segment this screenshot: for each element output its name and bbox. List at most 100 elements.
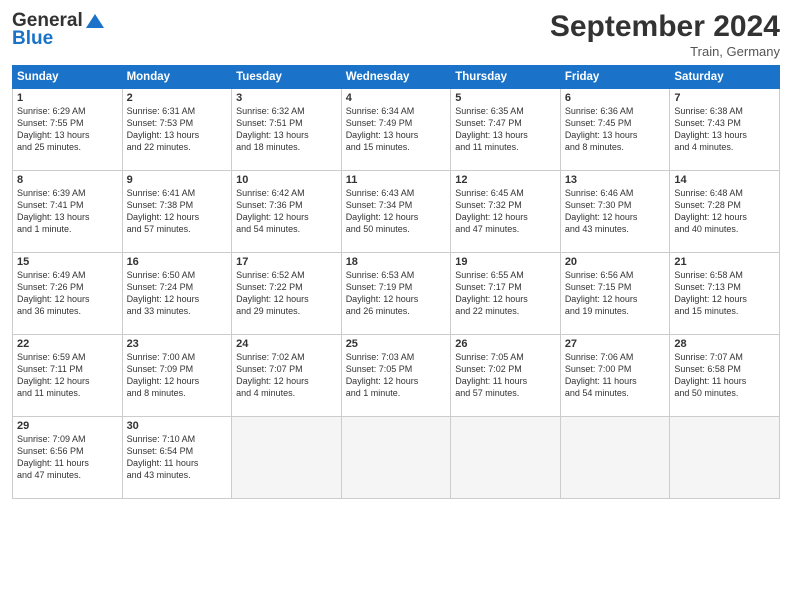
day-info: Sunrise: 6:52 AM Sunset: 7:22 PM Dayligh…: [236, 269, 337, 318]
day-number: 2: [127, 92, 228, 104]
table-cell: 7Sunrise: 6:38 AM Sunset: 7:43 PM Daylig…: [670, 89, 780, 171]
day-number: 29: [17, 420, 118, 432]
table-cell: 1Sunrise: 6:29 AM Sunset: 7:55 PM Daylig…: [13, 89, 123, 171]
table-cell: 19Sunrise: 6:55 AM Sunset: 7:17 PM Dayli…: [451, 253, 561, 335]
table-cell: 29Sunrise: 7:09 AM Sunset: 6:56 PM Dayli…: [13, 417, 123, 499]
day-number: 16: [127, 256, 228, 268]
day-number: 1: [17, 92, 118, 104]
day-number: 4: [346, 92, 447, 104]
table-cell: 15Sunrise: 6:49 AM Sunset: 7:26 PM Dayli…: [13, 253, 123, 335]
day-info: Sunrise: 6:59 AM Sunset: 7:11 PM Dayligh…: [17, 351, 118, 400]
day-number: 24: [236, 338, 337, 350]
header: General Blue September 2024 Train, Germa…: [12, 10, 780, 59]
table-cell: [451, 417, 561, 499]
day-number: 7: [674, 92, 775, 104]
day-number: 19: [455, 256, 556, 268]
day-number: 20: [565, 256, 666, 268]
table-cell: 9Sunrise: 6:41 AM Sunset: 7:38 PM Daylig…: [122, 171, 232, 253]
table-cell: 3Sunrise: 6:32 AM Sunset: 7:51 PM Daylig…: [232, 89, 342, 171]
table-cell: 30Sunrise: 7:10 AM Sunset: 6:54 PM Dayli…: [122, 417, 232, 499]
table-cell: [670, 417, 780, 499]
day-info: Sunrise: 6:39 AM Sunset: 7:41 PM Dayligh…: [17, 187, 118, 236]
table-row: 29Sunrise: 7:09 AM Sunset: 6:56 PM Dayli…: [13, 417, 780, 499]
calendar-container: General Blue September 2024 Train, Germa…: [0, 0, 792, 509]
day-info: Sunrise: 7:09 AM Sunset: 6:56 PM Dayligh…: [17, 433, 118, 482]
day-number: 23: [127, 338, 228, 350]
table-cell: 11Sunrise: 6:43 AM Sunset: 7:34 PM Dayli…: [341, 171, 451, 253]
day-info: Sunrise: 7:06 AM Sunset: 7:00 PM Dayligh…: [565, 351, 666, 400]
day-info: Sunrise: 7:05 AM Sunset: 7:02 PM Dayligh…: [455, 351, 556, 400]
table-cell: 26Sunrise: 7:05 AM Sunset: 7:02 PM Dayli…: [451, 335, 561, 417]
table-cell: 16Sunrise: 6:50 AM Sunset: 7:24 PM Dayli…: [122, 253, 232, 335]
day-number: 3: [236, 92, 337, 104]
logo: General Blue: [12, 10, 106, 50]
table-row: 1Sunrise: 6:29 AM Sunset: 7:55 PM Daylig…: [13, 89, 780, 171]
day-number: 22: [17, 338, 118, 350]
day-number: 17: [236, 256, 337, 268]
day-info: Sunrise: 6:42 AM Sunset: 7:36 PM Dayligh…: [236, 187, 337, 236]
table-cell: [232, 417, 342, 499]
table-cell: 18Sunrise: 6:53 AM Sunset: 7:19 PM Dayli…: [341, 253, 451, 335]
logo-icon: [84, 12, 106, 30]
table-cell: [341, 417, 451, 499]
table-row: 8Sunrise: 6:39 AM Sunset: 7:41 PM Daylig…: [13, 171, 780, 253]
table-cell: 28Sunrise: 7:07 AM Sunset: 6:58 PM Dayli…: [670, 335, 780, 417]
table-cell: 4Sunrise: 6:34 AM Sunset: 7:49 PM Daylig…: [341, 89, 451, 171]
col-thursday: Thursday: [451, 66, 561, 89]
table-cell: 13Sunrise: 6:46 AM Sunset: 7:30 PM Dayli…: [560, 171, 670, 253]
table-cell: 22Sunrise: 6:59 AM Sunset: 7:11 PM Dayli…: [13, 335, 123, 417]
day-info: Sunrise: 6:56 AM Sunset: 7:15 PM Dayligh…: [565, 269, 666, 318]
day-number: 10: [236, 174, 337, 186]
day-info: Sunrise: 6:41 AM Sunset: 7:38 PM Dayligh…: [127, 187, 228, 236]
table-cell: [560, 417, 670, 499]
col-sunday: Sunday: [13, 66, 123, 89]
day-info: Sunrise: 6:36 AM Sunset: 7:45 PM Dayligh…: [565, 105, 666, 154]
header-row: Sunday Monday Tuesday Wednesday Thursday…: [13, 66, 780, 89]
col-friday: Friday: [560, 66, 670, 89]
table-cell: 12Sunrise: 6:45 AM Sunset: 7:32 PM Dayli…: [451, 171, 561, 253]
table-cell: 25Sunrise: 7:03 AM Sunset: 7:05 PM Dayli…: [341, 335, 451, 417]
day-info: Sunrise: 6:38 AM Sunset: 7:43 PM Dayligh…: [674, 105, 775, 154]
day-number: 9: [127, 174, 228, 186]
day-number: 15: [17, 256, 118, 268]
day-info: Sunrise: 7:03 AM Sunset: 7:05 PM Dayligh…: [346, 351, 447, 400]
day-info: Sunrise: 6:55 AM Sunset: 7:17 PM Dayligh…: [455, 269, 556, 318]
day-info: Sunrise: 6:46 AM Sunset: 7:30 PM Dayligh…: [565, 187, 666, 236]
day-number: 26: [455, 338, 556, 350]
table-cell: 27Sunrise: 7:06 AM Sunset: 7:00 PM Dayli…: [560, 335, 670, 417]
day-number: 14: [674, 174, 775, 186]
table-cell: 10Sunrise: 6:42 AM Sunset: 7:36 PM Dayli…: [232, 171, 342, 253]
day-info: Sunrise: 6:45 AM Sunset: 7:32 PM Dayligh…: [455, 187, 556, 236]
day-number: 6: [565, 92, 666, 104]
day-info: Sunrise: 6:34 AM Sunset: 7:49 PM Dayligh…: [346, 105, 447, 154]
day-number: 12: [455, 174, 556, 186]
day-number: 30: [127, 420, 228, 432]
day-info: Sunrise: 6:29 AM Sunset: 7:55 PM Dayligh…: [17, 105, 118, 154]
day-info: Sunrise: 7:00 AM Sunset: 7:09 PM Dayligh…: [127, 351, 228, 400]
day-number: 28: [674, 338, 775, 350]
day-number: 13: [565, 174, 666, 186]
col-monday: Monday: [122, 66, 232, 89]
table-cell: 14Sunrise: 6:48 AM Sunset: 7:28 PM Dayli…: [670, 171, 780, 253]
table-cell: 6Sunrise: 6:36 AM Sunset: 7:45 PM Daylig…: [560, 89, 670, 171]
table-cell: 20Sunrise: 6:56 AM Sunset: 7:15 PM Dayli…: [560, 253, 670, 335]
day-number: 5: [455, 92, 556, 104]
day-info: Sunrise: 6:32 AM Sunset: 7:51 PM Dayligh…: [236, 105, 337, 154]
day-info: Sunrise: 6:31 AM Sunset: 7:53 PM Dayligh…: [127, 105, 228, 154]
table-cell: 23Sunrise: 7:00 AM Sunset: 7:09 PM Dayli…: [122, 335, 232, 417]
col-tuesday: Tuesday: [232, 66, 342, 89]
day-info: Sunrise: 6:35 AM Sunset: 7:47 PM Dayligh…: [455, 105, 556, 154]
day-number: 18: [346, 256, 447, 268]
day-info: Sunrise: 6:43 AM Sunset: 7:34 PM Dayligh…: [346, 187, 447, 236]
month-title: September 2024: [550, 10, 780, 44]
day-number: 8: [17, 174, 118, 186]
table-cell: 8Sunrise: 6:39 AM Sunset: 7:41 PM Daylig…: [13, 171, 123, 253]
day-number: 21: [674, 256, 775, 268]
table-cell: 24Sunrise: 7:02 AM Sunset: 7:07 PM Dayli…: [232, 335, 342, 417]
day-number: 27: [565, 338, 666, 350]
col-wednesday: Wednesday: [341, 66, 451, 89]
day-info: Sunrise: 6:49 AM Sunset: 7:26 PM Dayligh…: [17, 269, 118, 318]
title-area: September 2024 Train, Germany: [550, 10, 780, 59]
day-info: Sunrise: 6:58 AM Sunset: 7:13 PM Dayligh…: [674, 269, 775, 318]
table-cell: 5Sunrise: 6:35 AM Sunset: 7:47 PM Daylig…: [451, 89, 561, 171]
